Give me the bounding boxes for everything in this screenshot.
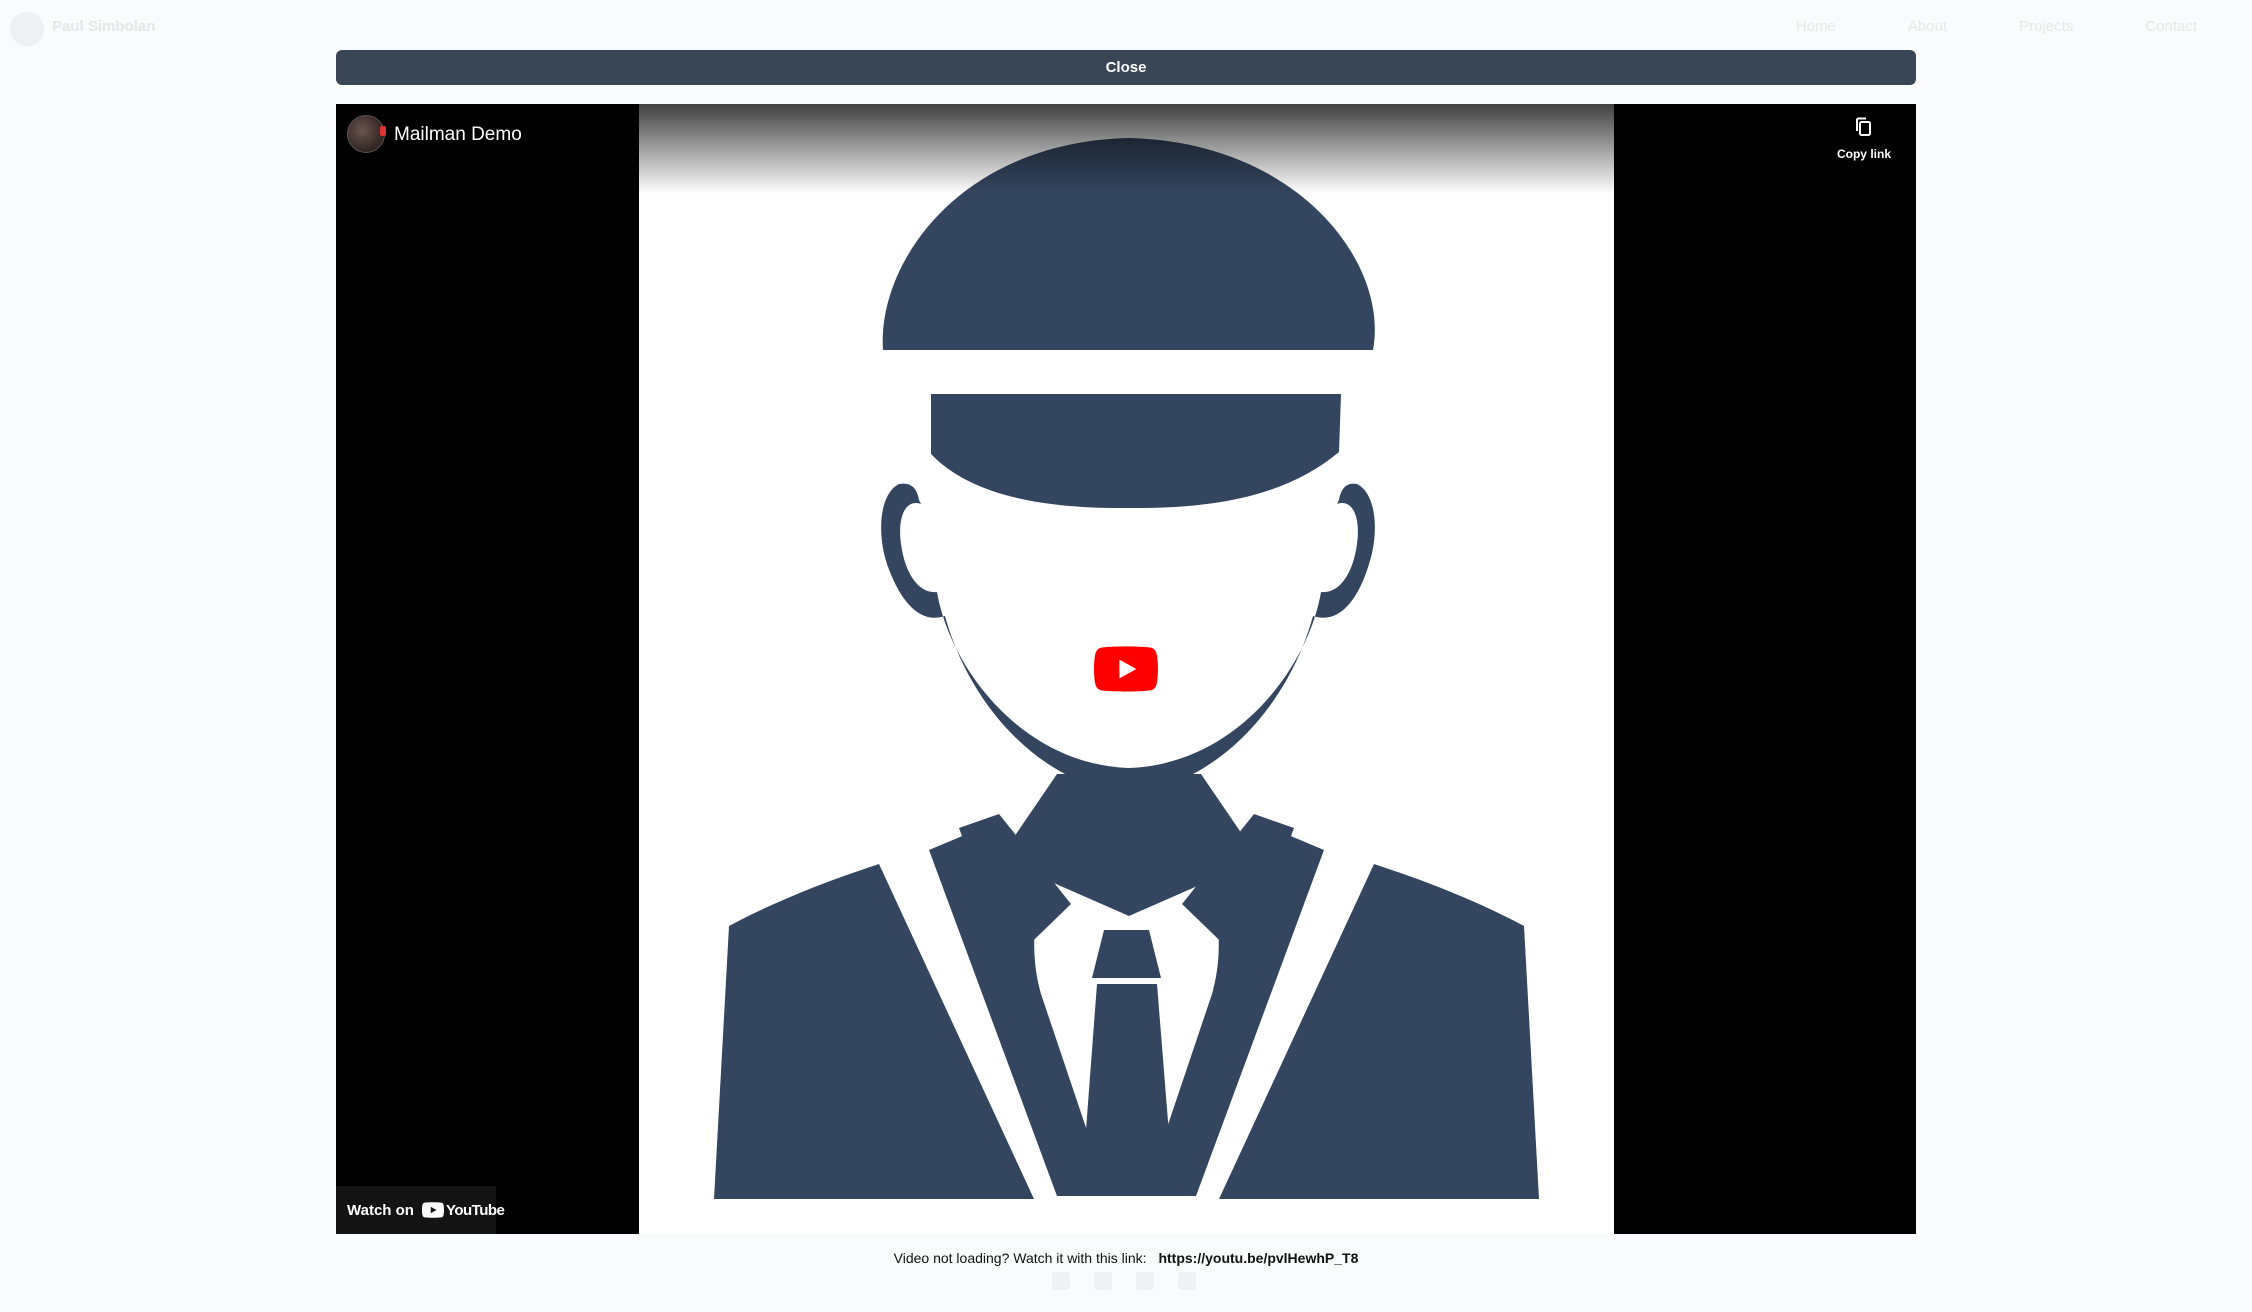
copy-link-label: Copy link	[1836, 147, 1891, 161]
copy-icon	[1854, 116, 1874, 143]
background-brand: Paul Simbolan	[52, 18, 156, 35]
background-logo	[10, 12, 44, 46]
fallback-message: Video not loading? Watch it with this li…	[0, 1250, 2252, 1266]
fallback-text: Video not loading? Watch it with this li…	[893, 1250, 1147, 1266]
linkedin-icon	[1094, 1272, 1112, 1290]
video-title[interactable]: Mailman Demo	[394, 124, 522, 146]
youtube-logo-icon: YouTube	[421, 1201, 505, 1219]
watch-on-youtube-button[interactable]: Watch on YouTube	[336, 1186, 505, 1234]
copy-link-button[interactable]: Copy link	[1832, 116, 1896, 164]
background-footer-icons	[1052, 1272, 1196, 1290]
fallback-video-link[interactable]: https://youtu.be/pvlHewhP_T8	[1158, 1250, 1358, 1266]
play-button[interactable]	[1094, 646, 1158, 692]
youtube-embed-player[interactable]: Mailman Demo Copy link Watch on YouTube	[336, 104, 1916, 1234]
background-nav-links: Home About Projects Contact	[1796, 18, 2197, 35]
top-gradient-overlay	[336, 104, 1916, 194]
watch-on-label: Watch on	[347, 1201, 414, 1219]
background-nav-home: Home	[1795, 18, 1836, 35]
background-nav-about: About	[1907, 18, 1948, 35]
close-button[interactable]: Close	[336, 50, 1916, 85]
youtube-wordmark: YouTube	[445, 1201, 505, 1219]
document-icon	[1178, 1272, 1196, 1290]
github-icon	[1052, 1272, 1070, 1290]
background-nav-projects: Projects	[2019, 18, 2074, 35]
background-nav-contact: Contact	[2145, 18, 2197, 35]
play-icon	[1094, 646, 1158, 692]
channel-avatar[interactable]	[347, 115, 386, 153]
mail-icon	[1136, 1272, 1154, 1290]
background-navbar: Paul Simbolan Home About Projects Contac…	[0, 0, 2252, 56]
